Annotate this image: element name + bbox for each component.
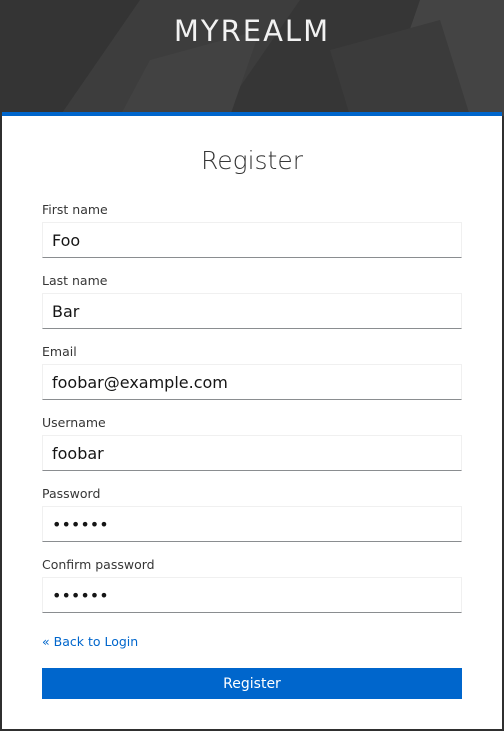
register-card: Register First name Last name Email User…	[2, 112, 502, 729]
confirm-password-label: Confirm password	[42, 557, 155, 572]
back-to-login-link[interactable]: « Back to Login	[42, 634, 138, 649]
username-label: Username	[42, 415, 106, 430]
email-input[interactable]	[42, 364, 462, 400]
password-group: Password	[42, 486, 462, 557]
last-name-group: Last name	[42, 273, 462, 344]
username-group: Username	[42, 415, 462, 486]
first-name-input[interactable]	[42, 222, 462, 258]
password-input[interactable]	[42, 506, 462, 542]
confirm-password-group: Confirm password	[42, 557, 462, 628]
register-button[interactable]: Register	[42, 668, 462, 699]
realm-title: MYREALM	[173, 14, 331, 48]
header-banner: MYREALM	[0, 0, 504, 116]
last-name-input[interactable]	[42, 293, 462, 329]
first-name-group: First name	[42, 202, 462, 273]
first-name-label: First name	[42, 202, 108, 217]
last-name-label: Last name	[42, 273, 108, 288]
username-input[interactable]	[42, 435, 462, 471]
email-label: Email	[42, 344, 77, 359]
register-form: First name Last name Email Username Pass…	[42, 202, 462, 628]
confirm-password-input[interactable]	[42, 577, 462, 613]
page-title: Register	[200, 146, 304, 175]
password-label: Password	[42, 486, 101, 501]
email-group: Email	[42, 344, 462, 415]
